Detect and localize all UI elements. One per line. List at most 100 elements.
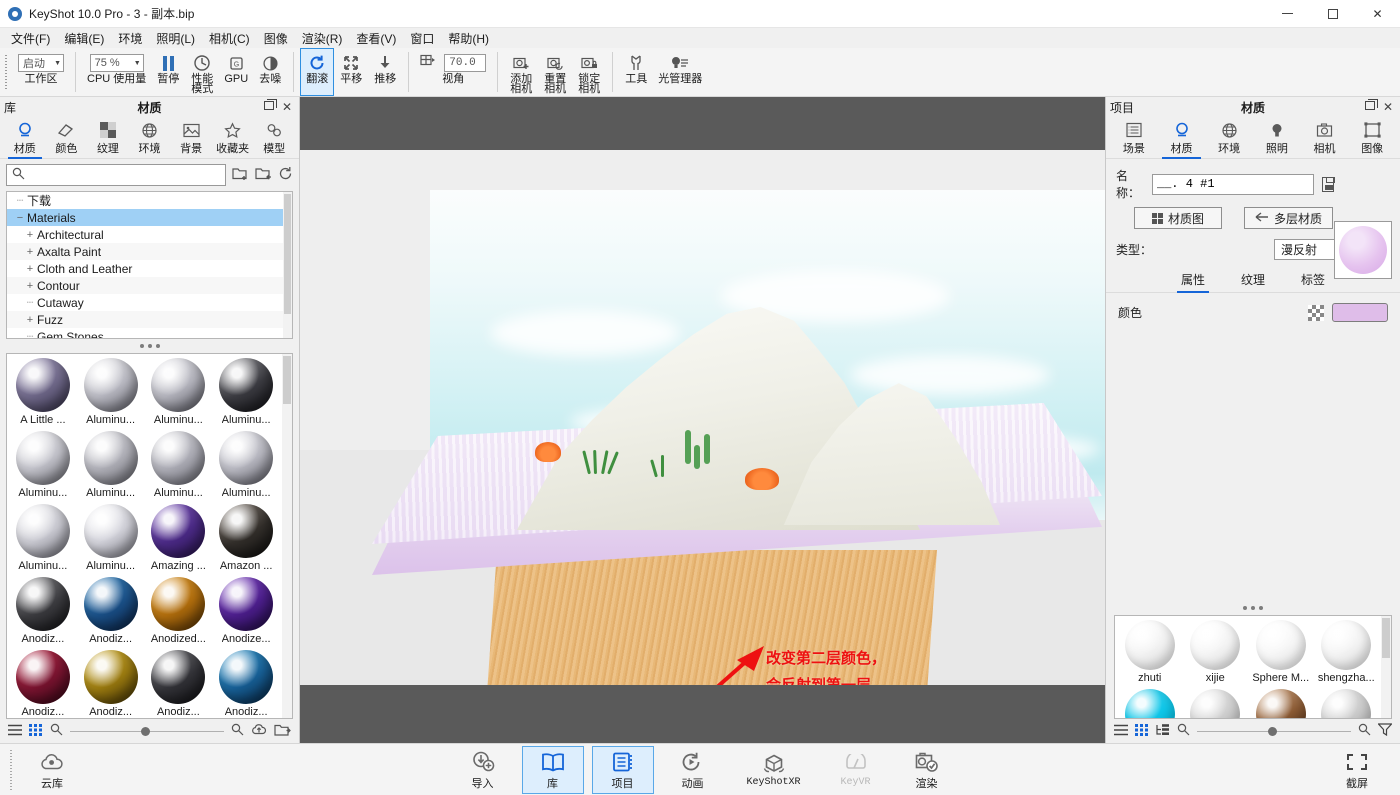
tree-item[interactable]: ┈ Gem Stones xyxy=(7,328,292,339)
gpu-button[interactable]: G GPU xyxy=(219,48,253,96)
library-search-box[interactable] xyxy=(6,164,226,186)
project-material-thumbnail[interactable] xyxy=(1124,689,1175,718)
pan-button[interactable]: 平移 xyxy=(334,48,368,96)
material-item[interactable]: Anodiz... xyxy=(77,575,145,648)
tree-item[interactable]: + Contour xyxy=(7,277,292,294)
material-thumbnail[interactable] xyxy=(151,358,206,412)
material-graph-button[interactable]: 材质图 xyxy=(1134,207,1222,229)
zoom-in-icon[interactable] xyxy=(1358,723,1371,739)
material-item[interactable]: Anodiz... xyxy=(9,648,77,718)
material-thumbnail[interactable] xyxy=(219,504,274,558)
material-thumbnail[interactable] xyxy=(15,431,70,485)
denoise-button[interactable]: 去噪 xyxy=(253,48,287,96)
project-material-item[interactable]: Sphere M... xyxy=(1248,618,1314,687)
tree-item[interactable]: + Cloth and Leather xyxy=(7,260,292,277)
material-item[interactable]: Anodiz... xyxy=(9,575,77,648)
open-folder-icon[interactable] xyxy=(274,723,291,740)
material-item[interactable]: Aluminu... xyxy=(145,356,213,429)
tree-marker-plus[interactable]: + xyxy=(23,263,37,275)
material-name-input[interactable] xyxy=(1151,173,1314,195)
material-item[interactable]: Amazing ... xyxy=(145,502,213,575)
grid-view-icon[interactable] xyxy=(1135,723,1149,739)
cloud-library-button[interactable]: 云库 xyxy=(21,746,83,794)
thumbnail-size-slider[interactable] xyxy=(1197,724,1351,738)
project-panel-tab-label[interactable]: 项目 xyxy=(1110,99,1134,116)
material-item[interactable]: Aluminu... xyxy=(9,502,77,575)
project-splitter-handle[interactable] xyxy=(1106,601,1400,615)
import-folder-icon[interactable] xyxy=(255,166,272,184)
light-manager-button[interactable]: 光管理器 xyxy=(653,48,707,96)
zoom-out-icon[interactable] xyxy=(50,723,63,739)
import-button[interactable]: 导入 xyxy=(452,746,514,794)
material-thumbnail[interactable] xyxy=(15,504,70,558)
project-material-thumbnail[interactable] xyxy=(1321,689,1372,718)
material-thumbnail[interactable] xyxy=(219,650,274,704)
project-material-thumbnail[interactable] xyxy=(1321,620,1372,670)
project-material-item[interactable] xyxy=(1314,687,1380,718)
menu-lighting[interactable]: 照明(L) xyxy=(149,28,202,49)
screenshot-button[interactable]: 截屏 xyxy=(1326,746,1388,794)
library-tab-colors[interactable]: 颜色 xyxy=(46,120,88,158)
list-view-icon[interactable] xyxy=(8,724,22,739)
menu-camera[interactable]: 相机(C) xyxy=(202,28,257,49)
project-grid-scrollbar[interactable] xyxy=(1381,616,1391,718)
cpu-usage-dropdown[interactable]: 75 % ▼ xyxy=(89,52,144,74)
tools-button[interactable]: 工具 xyxy=(619,48,653,96)
project-button[interactable]: 项目 xyxy=(591,745,654,794)
project-tab-lighting[interactable]: 照明 xyxy=(1253,120,1301,158)
material-item[interactable]: A Little ... xyxy=(9,356,77,429)
tree-item[interactable]: ┈ 下载 xyxy=(7,192,292,209)
toolbar-grip[interactable] xyxy=(2,48,10,96)
bottom-toolbar-grip[interactable] xyxy=(8,749,15,790)
material-thumbnail[interactable] xyxy=(151,577,206,631)
project-restore-icon[interactable] xyxy=(1364,99,1378,110)
cpu-usage-control[interactable]: 75 % ▼ CPU 使用量 xyxy=(82,48,151,96)
refresh-icon[interactable] xyxy=(278,166,293,184)
material-item[interactable]: Aluminu... xyxy=(212,429,280,502)
material-thumbnail[interactable] xyxy=(83,431,138,485)
tree-item[interactable]: ┈ Cutaway xyxy=(7,294,292,311)
material-item[interactable]: Aluminu... xyxy=(77,502,145,575)
subtab-textures[interactable]: 纹理 xyxy=(1237,268,1269,292)
project-material-item[interactable] xyxy=(1248,687,1314,718)
project-material-thumbnail[interactable] xyxy=(1255,689,1306,718)
animation-button[interactable]: 动画 xyxy=(662,746,724,794)
material-item[interactable]: Anodize... xyxy=(212,575,280,648)
material-item[interactable]: Anodiz... xyxy=(77,648,145,718)
maximize-button[interactable] xyxy=(1310,0,1355,28)
subtab-labels[interactable]: 标签 xyxy=(1297,268,1329,292)
project-tab-scene[interactable]: 场景 xyxy=(1110,120,1158,158)
menu-edit[interactable]: 编辑(E) xyxy=(57,28,111,49)
tree-scrollbar[interactable] xyxy=(283,192,292,338)
library-tab-models[interactable]: 模型 xyxy=(253,120,295,158)
zoom-out-icon[interactable] xyxy=(1177,723,1190,739)
menu-file[interactable]: 文件(F) xyxy=(4,28,57,49)
material-thumbnail[interactable] xyxy=(15,577,70,631)
library-tab-backgrounds[interactable]: 背景 xyxy=(170,120,212,158)
project-material-item[interactable] xyxy=(1183,687,1249,718)
tree-marker-plus[interactable]: + xyxy=(23,314,37,326)
project-material-thumbnail[interactable] xyxy=(1255,620,1306,670)
list-view-icon[interactable] xyxy=(1114,724,1128,739)
menu-help[interactable]: 帮助(H) xyxy=(441,28,496,49)
slider-knob[interactable] xyxy=(140,726,150,736)
tree-item[interactable]: + Fuzz xyxy=(7,311,292,328)
keyvr-button[interactable]: KeyVR xyxy=(824,746,888,794)
library-tab-environments[interactable]: 环境 xyxy=(129,120,171,158)
color-swatch[interactable] xyxy=(1332,303,1388,322)
tree-marker-plus[interactable]: + xyxy=(23,280,37,292)
library-tab-textures[interactable]: 纹理 xyxy=(87,120,129,158)
dolly-button[interactable]: 推移 xyxy=(368,48,402,96)
project-tab-material[interactable]: 材质 xyxy=(1158,120,1206,159)
render-viewport[interactable]: 改变第二层颜色， 会反射到第一层， 影响水纹的颜色效果， 所以第一层选个海洋的蓝… xyxy=(300,97,1105,743)
save-icon[interactable] xyxy=(1321,176,1335,192)
project-material-item[interactable]: zhuti xyxy=(1117,618,1183,687)
library-button[interactable]: 库 xyxy=(521,745,584,794)
search-input[interactable] xyxy=(30,167,220,183)
zoom-in-icon[interactable] xyxy=(231,723,244,739)
material-thumbnail[interactable] xyxy=(151,431,206,485)
performance-mode-button[interactable]: 性能 模式 xyxy=(185,48,219,96)
lock-camera-button[interactable]: 锁定 相机 xyxy=(572,48,606,96)
material-item[interactable]: Aluminu... xyxy=(212,356,280,429)
subtab-properties[interactable]: 属性 xyxy=(1176,268,1209,293)
